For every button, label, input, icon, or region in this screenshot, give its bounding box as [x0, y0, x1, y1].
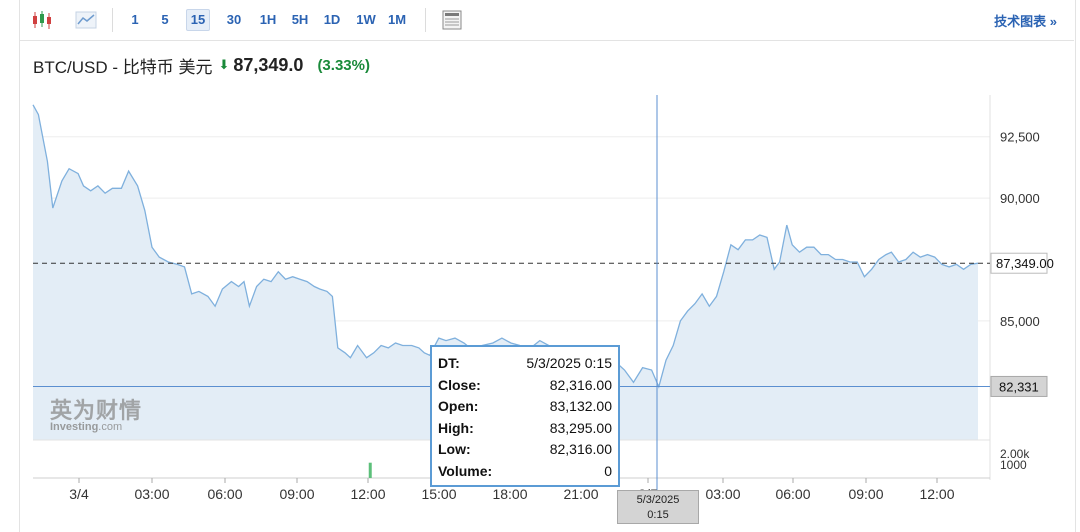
volume-bar [368, 462, 372, 478]
tooltip-value: 82,316.00 [549, 441, 612, 457]
x-tick-label: 06:00 [775, 486, 810, 502]
x-tick-label: 09:00 [848, 486, 883, 502]
crosshair-price-label: 82,331 [999, 379, 1039, 394]
crosshair-date: 5/3/2025 [636, 494, 680, 506]
tooltip-row: Low: 82,316.00 [438, 439, 612, 461]
y-tick-label: 90,000 [1000, 191, 1040, 206]
tooltip-row: Close: 82,316.00 [438, 375, 612, 397]
tooltip-row: High: 83,295.00 [438, 418, 612, 440]
tooltip-value: 5/3/2025 0:15 [526, 355, 612, 371]
ohlc-tooltip: DT: 5/3/2025 0:15 Close: 82,316.00 Open: 83,1… [430, 345, 620, 487]
tooltip-row: Volume: 0 [438, 461, 612, 483]
tooltip-key: Volume: [438, 462, 493, 479]
tooltip-key: Close: [438, 376, 481, 393]
tooltip-value: 83,295.00 [549, 419, 612, 436]
x-tick-label: 12:00 [350, 486, 385, 502]
x-tick-label: 12:00 [919, 486, 954, 502]
tooltip-key: Open: [438, 398, 479, 414]
investing-watermark: 英为财情 Investing.com [50, 393, 142, 433]
tooltip-value: 83,132.00 [549, 398, 612, 414]
x-tick-label: 18:00 [492, 486, 527, 502]
tooltip-value: 0 [604, 462, 612, 479]
x-tick-label: 3/4 [69, 486, 89, 502]
x-tick-label: 21:00 [563, 486, 598, 502]
x-tick-label: 06:00 [207, 486, 242, 502]
x-tick-label: 09:00 [279, 486, 314, 502]
tooltip-key: DT: [438, 355, 460, 371]
volume-tick-label: 1000 [1000, 458, 1027, 472]
current-price-label: 87,349.00 [996, 256, 1054, 271]
x-tick-label: 15:00 [421, 486, 456, 502]
y-tick-label: 85,000 [1000, 314, 1040, 329]
crosshair-time-label: 5/3/2025 0:15 [617, 490, 699, 524]
x-tick-label: 03:00 [705, 486, 740, 502]
x-tick-label: 03:00 [134, 486, 169, 502]
y-tick-label: 92,500 [1000, 130, 1040, 145]
tooltip-value: 82,316.00 [549, 376, 612, 393]
tooltip-key: Low: [438, 441, 471, 457]
crosshair-time: 0:15 [647, 509, 669, 521]
tooltip-row: Open: 83,132.00 [438, 396, 612, 418]
tooltip-row: DT: 5/3/2025 0:15 [438, 353, 612, 375]
tooltip-key: High: [438, 419, 474, 436]
watermark-en: Investing.com [50, 421, 123, 433]
